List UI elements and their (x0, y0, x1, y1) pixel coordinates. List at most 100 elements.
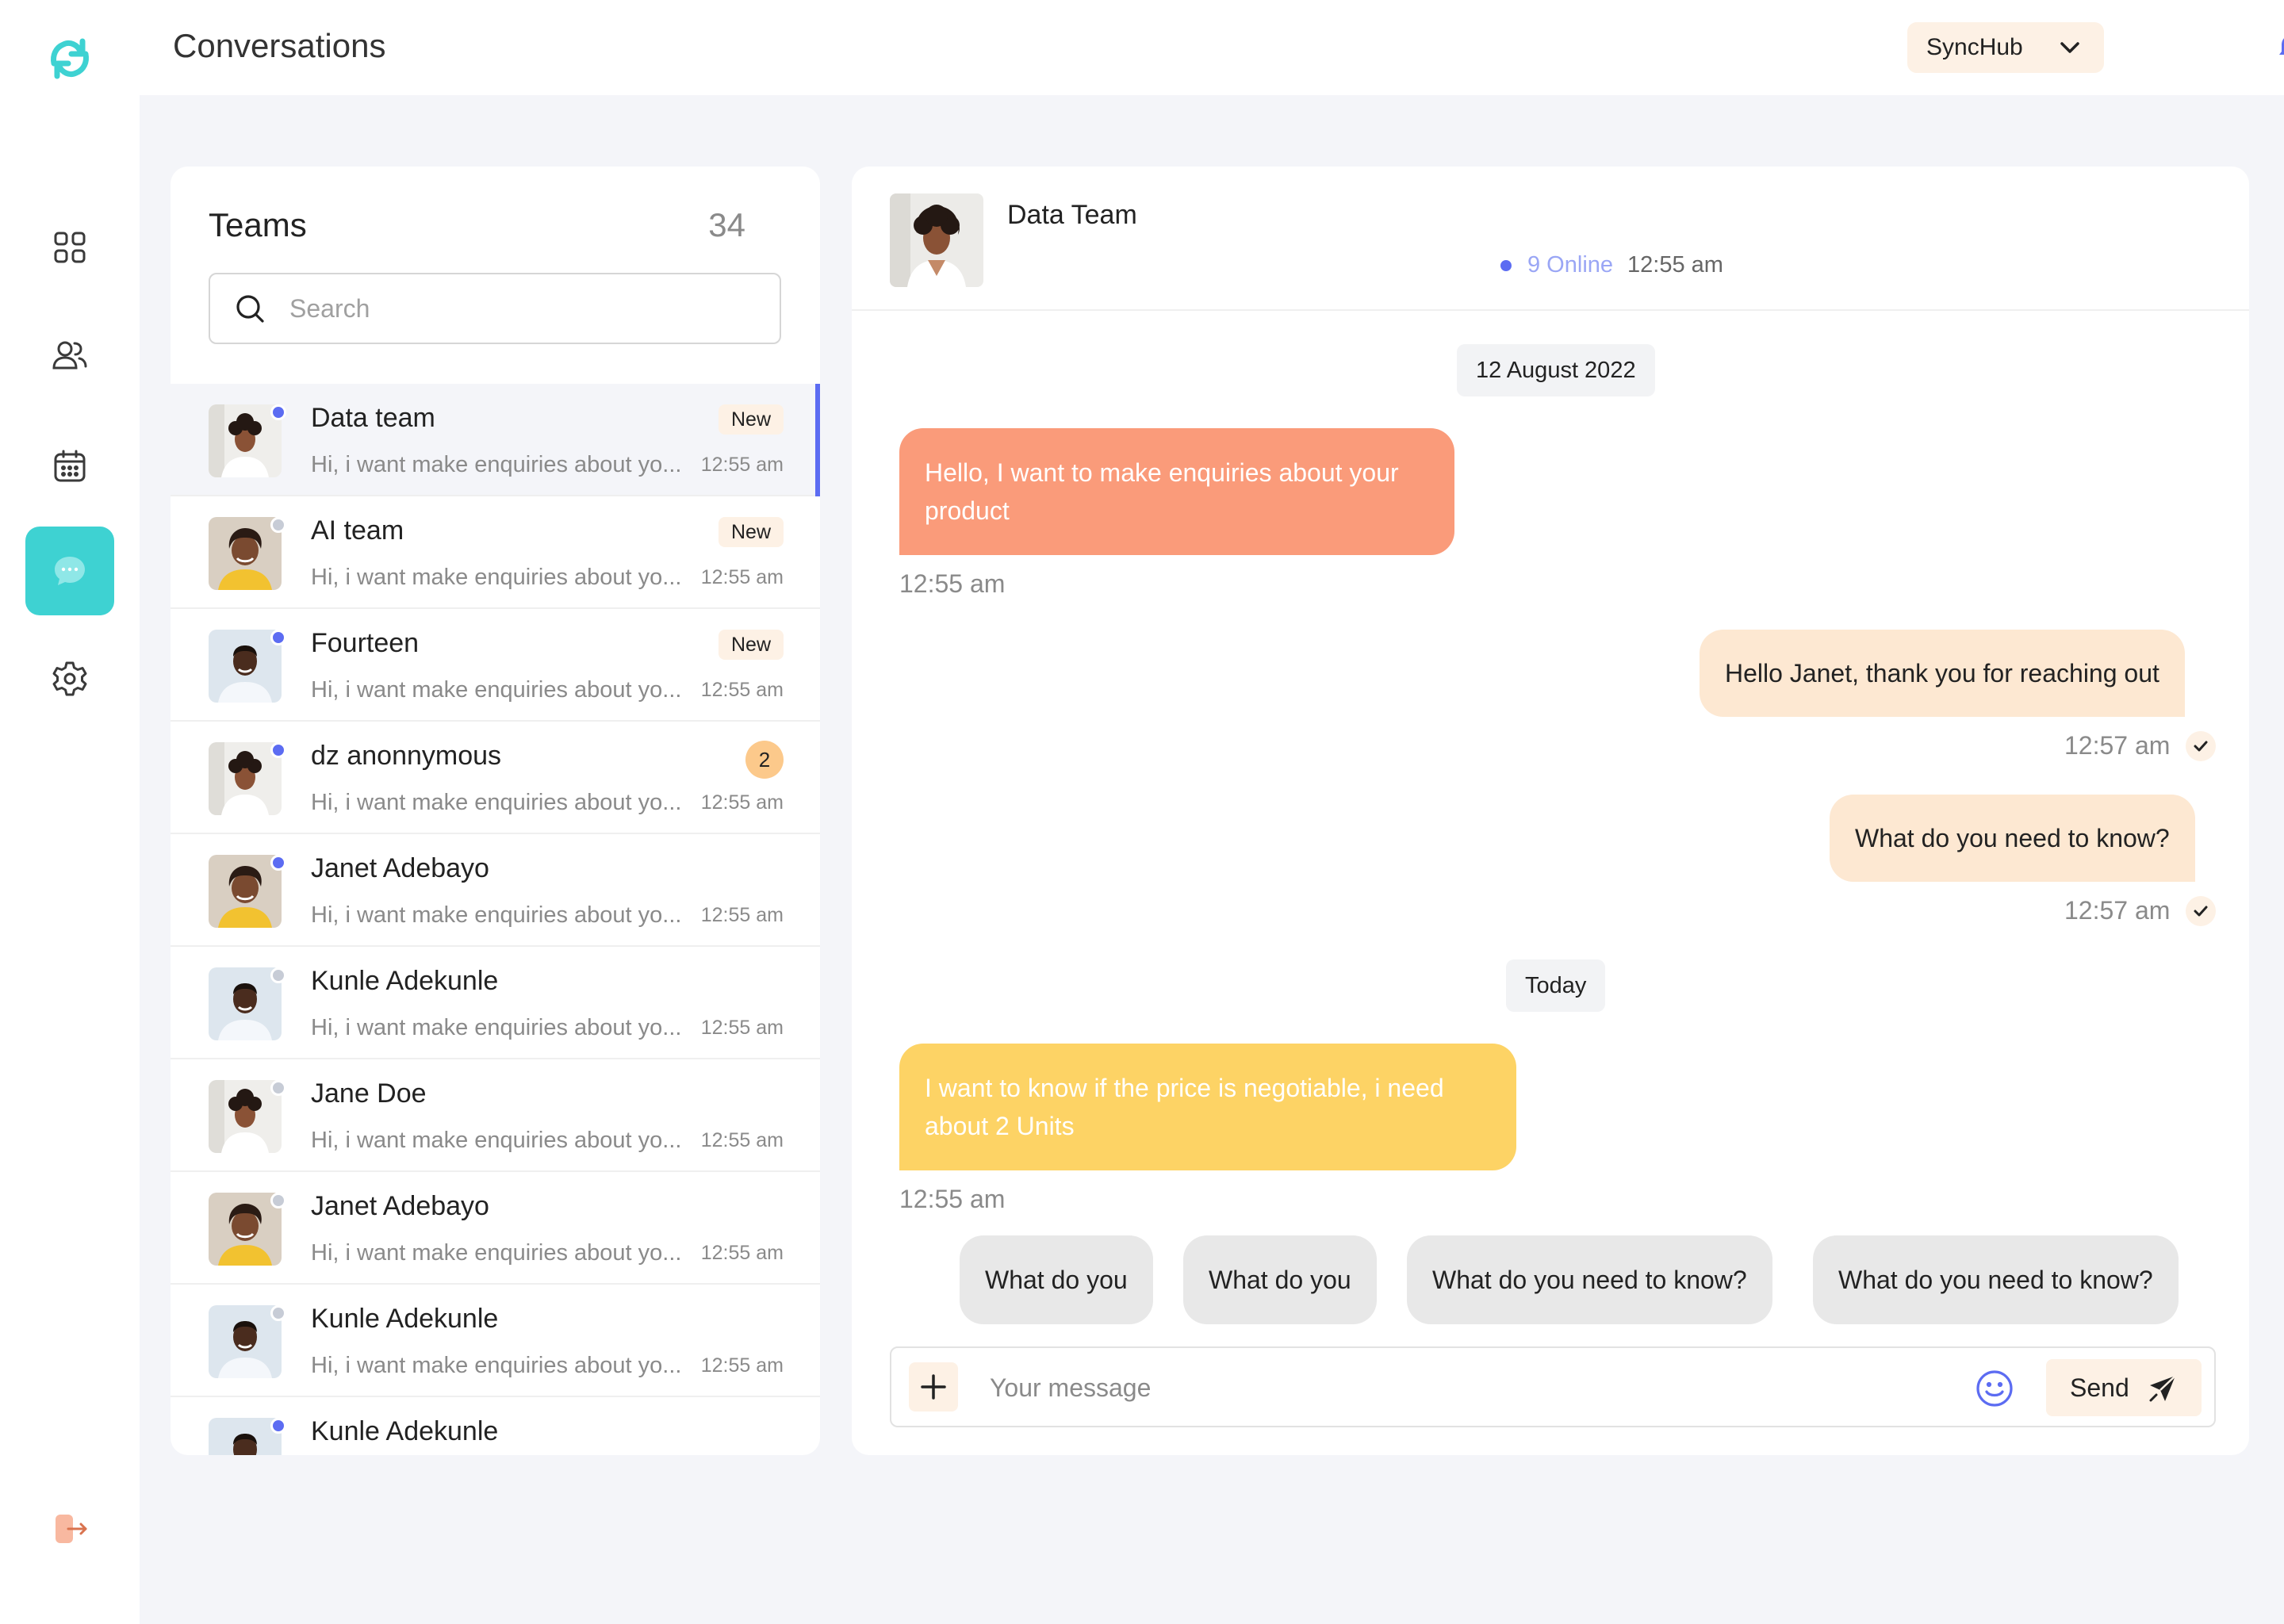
search-input[interactable] (289, 293, 734, 324)
new-badge: New (718, 517, 784, 547)
teams-panel: Teams 34 Data team Hi, i want make enquir… (171, 167, 820, 1455)
item-preview: Hi, i want make enquiries about yo... (311, 902, 682, 928)
read-check-icon (2186, 731, 2216, 761)
list-item[interactable]: dz anonnymous Hi, i want make enquiries a… (171, 722, 820, 834)
quick-reply-button[interactable]: What do you (1183, 1235, 1377, 1324)
item-name: Fourteen (311, 628, 420, 658)
nav-calendar[interactable] (25, 422, 114, 511)
message-bubble-outgoing: Hello Janet, thank you for reaching out (1700, 630, 2185, 717)
send-icon (2149, 1375, 2176, 1402)
item-preview: Hi, i want make enquiries about yo... (311, 790, 682, 815)
sidebar (0, 0, 140, 1624)
logout-icon[interactable] (54, 1511, 89, 1546)
date-separator: Today (1506, 959, 1606, 1012)
calendar-icon (54, 450, 86, 482)
chat-panel: Data Team 9 Online 12:55 am 12 August 20… (852, 167, 2249, 1455)
message-time: 12:55 am (899, 569, 1006, 598)
list-item[interactable]: Kunle Adekunle (171, 1397, 820, 1455)
new-badge: New (718, 404, 784, 435)
item-name: Janet Adebayo (311, 1191, 489, 1221)
item-name: Kunle Adekunle (311, 1304, 499, 1334)
item-time: 12:55 am (700, 566, 784, 588)
read-check-icon (2186, 896, 2216, 926)
item-name: Janet Adebayo (311, 853, 489, 883)
nav-settings[interactable] (25, 634, 114, 723)
item-time: 12:55 am (700, 791, 784, 814)
list-item[interactable]: Kunle Adekunle Hi, i want make enquiries … (171, 947, 820, 1059)
item-time: 12:55 am (700, 454, 784, 476)
new-badge: New (718, 630, 784, 660)
workspace-label: SyncHub (1926, 34, 2023, 60)
item-preview: Hi, i want make enquiries about yo... (311, 1015, 682, 1040)
item-preview: Hi, i want make enquiries about yo... (311, 1240, 682, 1266)
message-time: 12:57 am (2064, 731, 2171, 760)
list-item[interactable]: Janet Adebayo Hi, i want make enquiries a… (171, 1172, 820, 1285)
grid-icon (54, 232, 86, 263)
workspace-selector[interactable]: SyncHub (1907, 22, 2104, 73)
chat-header: Data Team 9 Online 12:55 am (852, 167, 2249, 311)
status-dot (270, 1305, 286, 1321)
chat-status: 9 Online 12:55 am (1500, 252, 1723, 278)
item-name: Data team (311, 403, 435, 433)
quick-reply-button[interactable]: What do you need to know? (1813, 1235, 2179, 1324)
message-bubble-incoming: I want to know if the price is negotiabl… (899, 1044, 1516, 1170)
message-composer: Send (890, 1346, 2216, 1427)
nav-conversations[interactable] (25, 527, 114, 615)
search-box (209, 273, 781, 344)
chat-avatar (890, 193, 983, 287)
item-time: 12:55 am (700, 904, 784, 926)
nav-users[interactable] (25, 311, 114, 400)
chat-icon (55, 557, 85, 585)
send-label: Send (2070, 1373, 2129, 1402)
list-item[interactable]: AI team Hi, i want make enquiries about y… (171, 496, 820, 609)
item-preview: Hi, i want make enquiries about yo... (311, 1128, 682, 1153)
plus-icon (921, 1374, 946, 1400)
quick-reply-button[interactable]: What do you (960, 1235, 1153, 1324)
bell-icon[interactable] (2276, 33, 2284, 62)
item-name: AI team (311, 515, 404, 546)
message-input[interactable] (990, 1365, 1862, 1410)
item-time: 12:55 am (700, 1129, 784, 1151)
list-item[interactable]: Kunle Adekunle Hi, i want make enquiries … (171, 1285, 820, 1397)
message-bubble-outgoing: What do you need to know? (1830, 795, 2195, 882)
item-preview: Hi, i want make enquiries about yo... (311, 677, 682, 703)
item-name: Kunle Adekunle (311, 1416, 499, 1446)
sync-logo-icon[interactable] (41, 30, 98, 87)
emoji-icon[interactable] (1975, 1369, 2014, 1408)
list-item[interactable]: Data team Hi, i want make enquiries about… (171, 384, 820, 496)
message-time: 12:57 am (2064, 896, 2171, 925)
attach-button[interactable] (909, 1362, 958, 1411)
message-time: 12:55 am (899, 1185, 1006, 1213)
item-preview: Hi, i want make enquiries about yo... (311, 452, 682, 477)
item-time: 12:55 am (700, 679, 784, 701)
top-bar: Conversations SyncHub (140, 0, 2284, 95)
item-name: Kunle Adekunle (311, 966, 499, 996)
status-dot (270, 855, 286, 871)
chat-avatar-image (890, 193, 983, 287)
item-name: Jane Doe (311, 1078, 427, 1109)
item-time: 12:55 am (700, 1354, 784, 1377)
users-icon (52, 341, 87, 370)
status-dot (270, 1418, 286, 1434)
item-preview: Hi, i want make enquiries about yo... (311, 1353, 682, 1378)
teams-title: Teams (209, 206, 307, 243)
item-name: dz anonnymous (311, 741, 502, 771)
teams-count: 34 (708, 206, 745, 243)
list-item[interactable]: Jane Doe Hi, i want make enquiries about … (171, 1059, 820, 1172)
status-dot (270, 1080, 286, 1096)
date-separator: 12 August 2022 (1457, 344, 1655, 396)
list-item[interactable]: Janet Adebayo Hi, i want make enquiries a… (171, 834, 820, 947)
status-dot (270, 967, 286, 983)
chevron-down-icon (2060, 42, 2079, 53)
gear-icon (52, 661, 87, 696)
list-item[interactable]: Fourteen Hi, i want make enquiries about … (171, 609, 820, 722)
chat-title: Data Team (1007, 200, 1137, 230)
nav-dashboard[interactable] (25, 203, 114, 292)
unread-count-badge: 2 (745, 741, 784, 779)
send-button[interactable]: Send (2046, 1359, 2202, 1416)
item-time: 12:55 am (700, 1017, 784, 1039)
item-preview: Hi, i want make enquiries about yo... (311, 565, 682, 590)
item-time: 12:55 am (700, 1242, 784, 1264)
chat-header-time: 12:55 am (1627, 252, 1723, 278)
quick-reply-button[interactable]: What do you need to know? (1407, 1235, 1772, 1324)
